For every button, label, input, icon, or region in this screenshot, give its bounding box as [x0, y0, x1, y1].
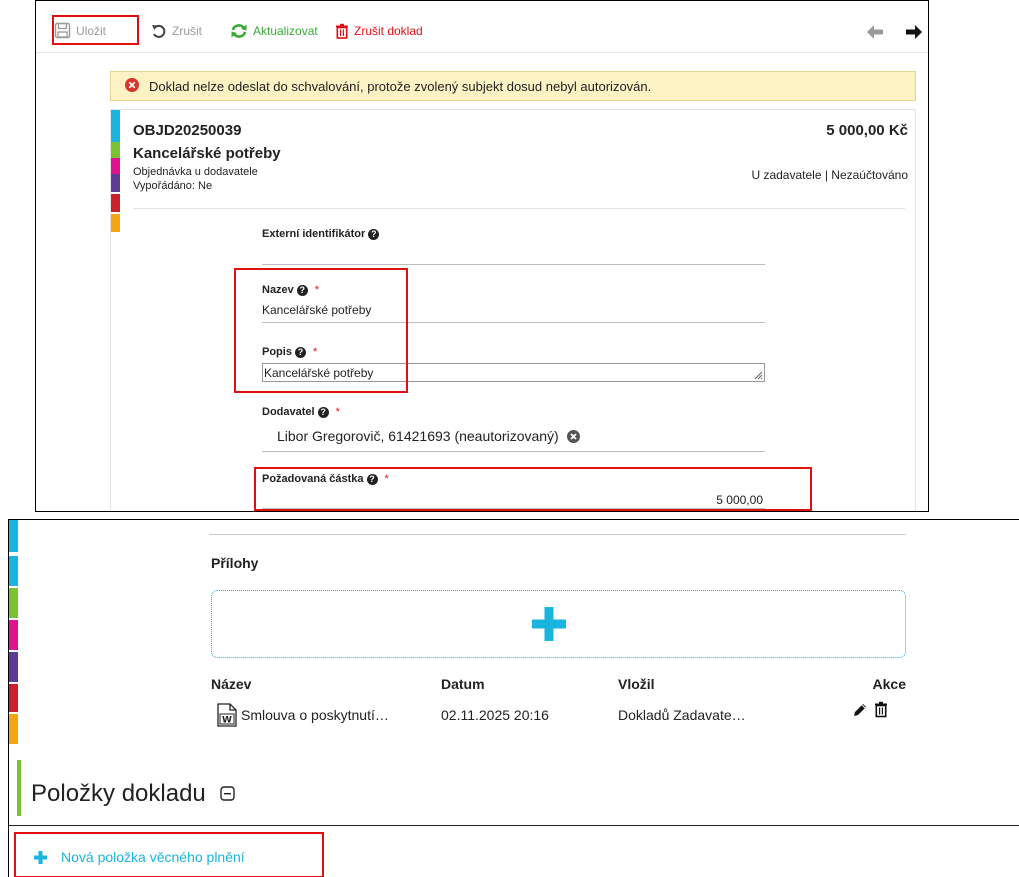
color-strip-1 — [111, 110, 120, 126]
refresh-button-label: Aktualizovat — [253, 24, 318, 38]
resize-handle-icon[interactable] — [754, 371, 763, 380]
document-status: U zadavatele | Nezaúčtováno — [751, 168, 908, 182]
items-section-header: Položky dokladu — [31, 780, 235, 808]
help-icon[interactable]: ? — [368, 228, 380, 240]
color-strip-7 — [9, 714, 18, 744]
highlight-new-item — [14, 832, 324, 877]
external-id-input[interactable] — [262, 264, 765, 265]
trash-icon — [335, 23, 349, 39]
attachment-date: 02.11.2025 20:16 — [441, 707, 549, 723]
cancel-button[interactable]: Zrušit — [151, 23, 202, 39]
document-number: OBJD20250039 — [133, 122, 242, 139]
alert-text: Doklad nelze odeslat do schvalování, pro… — [149, 78, 652, 94]
cancel-button-label: Zrušit — [172, 24, 202, 38]
highlight-save — [52, 15, 139, 45]
supplier-underline — [262, 451, 765, 452]
refresh-button[interactable]: Aktualizovat — [230, 23, 318, 39]
clear-supplier-icon[interactable] — [566, 429, 580, 443]
color-strip-6 — [111, 194, 120, 212]
settled-status: Vypořádáno: Ne — [133, 180, 213, 192]
document-type: Objednávka u dodavatele — [133, 166, 258, 178]
pencil-icon[interactable] — [852, 702, 868, 723]
toolbar-divider — [36, 52, 928, 53]
undo-icon — [151, 23, 167, 39]
items-divider — [9, 825, 1019, 826]
attachments-title: Přílohy — [211, 555, 259, 571]
color-strip-6 — [9, 684, 18, 712]
supplier-value[interactable]: Libor Gregorovič, 61421693 (neautorizova… — [277, 428, 580, 444]
color-strip-2 — [111, 126, 120, 142]
items-section-title: Položky dokladu — [31, 780, 206, 807]
attachments-panel: Přílohy Název Datum Vložil Akce W Smlouv… — [8, 519, 1019, 877]
refresh-icon — [230, 23, 248, 39]
forward-arrow-icon[interactable] — [906, 25, 922, 44]
color-strip-1 — [9, 520, 18, 552]
highlight-name-description — [234, 268, 408, 393]
cancel-document-label: Zrušit doklad — [354, 24, 423, 38]
section-divider — [209, 534, 906, 535]
plus-icon — [532, 607, 566, 641]
external-id-label: Externí identifikátor ? — [262, 228, 380, 240]
document-panel: Uložit Zrušit Aktualizovat Zrušit doklad… — [35, 0, 929, 512]
table-row: W Smlouva o poskytnutí… 02.11.2025 20:16… — [211, 700, 908, 728]
column-date: Datum — [441, 676, 485, 692]
color-strip-5 — [111, 174, 120, 192]
color-strip-4 — [9, 620, 18, 650]
collapse-icon[interactable] — [220, 780, 235, 808]
error-circle-icon — [125, 77, 139, 95]
column-author: Vložil — [618, 676, 655, 692]
color-strip-2 — [9, 556, 18, 586]
alert-banner: Doklad nelze odeslat do schvalování, pro… — [110, 71, 916, 101]
attachment-author: Dokladů Zadavate… — [618, 707, 746, 723]
help-icon[interactable]: ? — [317, 406, 329, 418]
required-mark: * — [335, 406, 340, 418]
color-strip-3 — [111, 142, 120, 158]
word-file-icon: W — [217, 703, 237, 732]
cancel-document-button[interactable]: Zrušit doklad — [335, 23, 423, 39]
column-name: Název — [211, 676, 252, 692]
attachment-name[interactable]: Smlouva o poskytnutí… — [241, 707, 389, 723]
document-card: OBJD20250039 5 000,00 Kč Kancelářské pot… — [110, 109, 916, 511]
color-strip-4 — [111, 158, 120, 174]
svg-text:W: W — [222, 716, 232, 726]
document-amount: 5 000,00 Kč — [826, 122, 908, 139]
color-strip-7 — [111, 214, 120, 232]
back-arrow-icon[interactable] — [867, 25, 883, 44]
trash-icon[interactable] — [874, 701, 888, 723]
card-divider — [133, 208, 905, 209]
column-actions: Akce — [872, 676, 906, 692]
section-accent-bar — [17, 760, 21, 816]
highlight-amount — [254, 467, 812, 511]
document-title: Kancelářské potřeby — [133, 145, 281, 162]
upload-dropzone[interactable] — [211, 590, 906, 658]
color-strip-5 — [9, 652, 18, 682]
color-strip-3 — [9, 588, 18, 618]
supplier-label: Dodavatel ? * — [262, 406, 340, 418]
